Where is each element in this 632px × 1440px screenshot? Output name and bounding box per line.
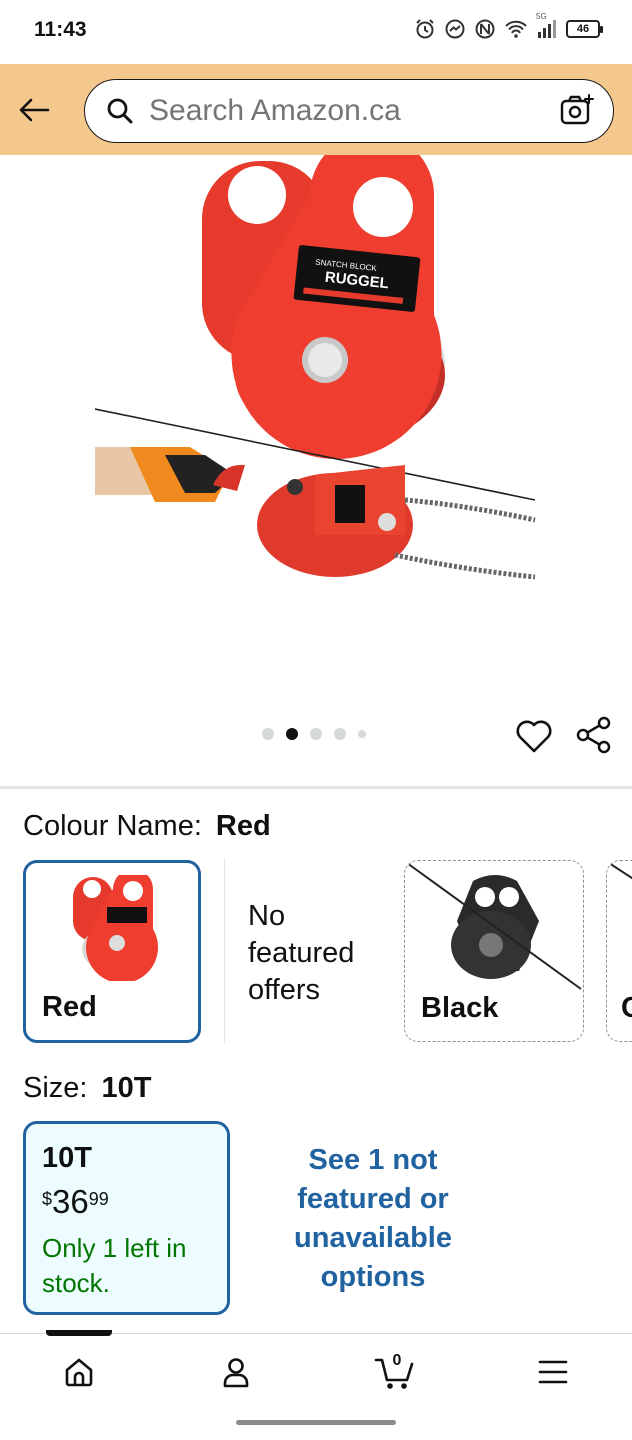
colour-option-red[interactable]: Red xyxy=(23,860,201,1043)
heart-icon[interactable] xyxy=(514,717,554,755)
colour-label: Colour Name: Red xyxy=(23,810,271,843)
wifi-icon xyxy=(505,20,527,38)
price-fraction: 99 xyxy=(88,1189,109,1209)
search-input[interactable] xyxy=(149,94,559,128)
carousel-dot[interactable] xyxy=(262,728,274,740)
status-bar: 11:43 5G 46 xyxy=(0,0,632,64)
price-whole: 36 xyxy=(52,1183,89,1220)
arrow-left-icon xyxy=(19,98,50,122)
product-image[interactable]: SNATCH BLOCK RUGGEL xyxy=(95,155,540,595)
alarm-icon xyxy=(416,19,434,39)
swatch-label: Black xyxy=(421,992,499,1024)
gesture-home-bar[interactable] xyxy=(236,1420,396,1425)
network-label: 5G xyxy=(536,12,547,21)
carousel-dot[interactable] xyxy=(310,728,322,740)
stock-status: Only 1 left in stock. xyxy=(42,1233,187,1298)
colour-option-more[interactable]: C xyxy=(606,860,632,1042)
nav-home[interactable] xyxy=(57,1350,101,1394)
carousel-dot[interactable] xyxy=(334,728,346,740)
messenger-icon xyxy=(445,19,465,39)
swatch-label: Red xyxy=(42,991,97,1023)
product-page: 11:43 5G 46 Search Amazon.ca SNATCH BLOC… xyxy=(0,0,632,1440)
nav-cart[interactable]: 0 xyxy=(374,1350,418,1394)
nav-active-indicator xyxy=(46,1330,112,1336)
menu-icon xyxy=(538,1360,568,1384)
search-box[interactable] xyxy=(84,79,614,143)
camera-search-icon[interactable] xyxy=(559,93,595,129)
battery-icon: 46 xyxy=(566,20,603,38)
size-option-10t[interactable]: 10T $36 99 Only 1 left in stock. xyxy=(23,1121,230,1315)
home-icon xyxy=(65,1358,93,1387)
nfc-icon xyxy=(475,19,495,39)
divider xyxy=(0,786,632,789)
colour-label-text: Colour Name: xyxy=(23,810,202,842)
status-icons: 5G 46 xyxy=(414,12,603,40)
carousel-dot[interactable] xyxy=(358,730,366,738)
size-option-name: 10T xyxy=(42,1142,92,1174)
status-time: 11:43 xyxy=(34,18,87,41)
see-unavailable-options-link[interactable]: See 1 not featured or unavailable option… xyxy=(270,1141,476,1297)
search-icon xyxy=(107,98,133,124)
carousel-dots[interactable] xyxy=(262,728,366,740)
no-featured-offers-text: No featured offers xyxy=(248,900,355,1006)
price: $36 99 xyxy=(42,1185,227,1219)
bottom-nav: 0 xyxy=(0,1330,632,1440)
price-currency: $ xyxy=(42,1189,53,1209)
size-selected-value: 10T xyxy=(101,1072,152,1104)
account-icon xyxy=(223,1358,249,1388)
cart-count: 0 xyxy=(392,1352,402,1369)
colour-selected-value: Red xyxy=(215,810,271,842)
size-label-text: Size: xyxy=(23,1072,88,1104)
share-icon[interactable] xyxy=(574,715,614,755)
signal-icon: 5G xyxy=(536,12,558,40)
search-header xyxy=(0,64,632,155)
nav-menu[interactable] xyxy=(531,1350,575,1394)
swatch-label: C xyxy=(621,992,632,1025)
colour-option-black[interactable]: Black xyxy=(404,860,584,1042)
back-button[interactable] xyxy=(14,90,54,130)
product-gallery[interactable]: SNATCH BLOCK RUGGEL xyxy=(0,155,632,785)
size-label: Size: 10T xyxy=(23,1072,151,1105)
swatch-separator xyxy=(224,858,225,1044)
nav-account[interactable] xyxy=(214,1350,258,1394)
carousel-dot-active[interactable] xyxy=(286,728,298,740)
red-snatch-block-thumbnail xyxy=(73,875,158,981)
